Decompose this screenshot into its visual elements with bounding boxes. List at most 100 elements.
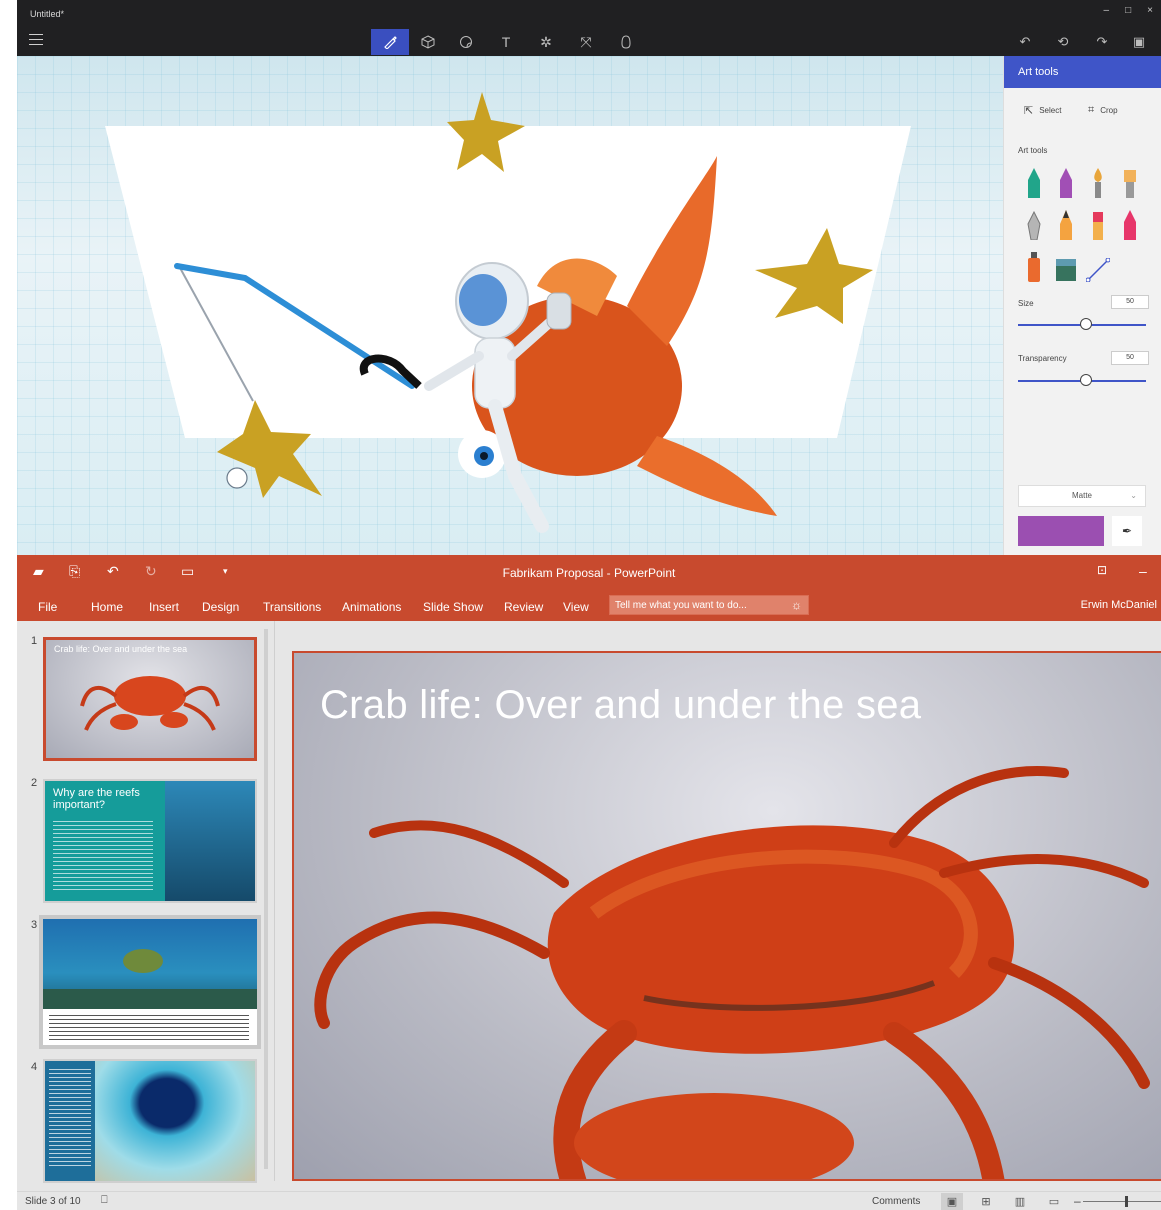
paste-icon[interactable]: ▣ <box>1124 29 1154 55</box>
redo-icon[interactable]: ↷ <box>1087 29 1117 55</box>
crab-thumbnail-image <box>80 676 220 731</box>
current-slide[interactable]: Crab life: Over and under the sea <box>292 651 1161 1181</box>
tell-me-search[interactable]: Tell me what you want to do... ☼ <box>609 595 809 615</box>
stickers-icon[interactable] <box>447 29 485 55</box>
cursor-icon: ⇱ <box>1024 105 1034 117</box>
slide-editor: Crab life: Over and under the sea <box>275 621 1161 1181</box>
slide-thumbnail-2[interactable]: Why are the reefs important? <box>43 779 257 903</box>
slide-indicator: Slide 3 of 10 <box>25 1196 81 1207</box>
art-tools-panel: Art tools ⇱ Select ⌗ Crop Art tools Size… <box>1003 56 1161 555</box>
history-icon[interactable]: ⟲ <box>1048 29 1078 55</box>
rotate-handle-icon[interactable] <box>226 467 248 489</box>
marker-tool[interactable] <box>1018 166 1050 198</box>
turtle-thumbnail-image <box>43 949 257 1009</box>
slide-thumbnail-1[interactable]: Crab life: Over and under the sea <box>43 637 257 761</box>
tab-design[interactable]: Design <box>202 600 239 614</box>
powerpoint-window: ▰ ⎘ ↶ ↻ ▭ ▾ Fabrikam Proposal - PowerPoi… <box>17 555 1161 1210</box>
pixel-pen-tool[interactable] <box>1018 208 1050 240</box>
crab-3d-model[interactable] <box>294 653 1161 1181</box>
slide-thumbnail-pane: 1 Crab life: Over and under the sea 2 Wh… <box>17 621 275 1183</box>
text-icon[interactable]: T <box>487 29 525 55</box>
title-bar: Untitled* – □ × <box>17 0 1161 26</box>
thumbnail-title: Why are the reefs important? <box>53 787 140 811</box>
zoom-slider-thumb[interactable] <box>1125 1196 1128 1207</box>
menu-icon[interactable] <box>29 34 43 46</box>
brush-icon[interactable] <box>371 29 409 55</box>
spell-check-icon[interactable]: ⎕ <box>101 1194 108 1207</box>
tab-view[interactable]: View <box>563 600 589 614</box>
tab-animations[interactable]: Animations <box>342 600 401 614</box>
panel-header: Art tools <box>1004 56 1161 88</box>
paint-3d-toolbar: T ✲ ⤧ ↶ ⟲ ↷ ▣ <box>17 26 1161 56</box>
spray-can-tool[interactable] <box>1018 250 1050 282</box>
tab-file[interactable]: File <box>38 600 57 614</box>
lightbulb-icon: ☼ <box>791 598 802 612</box>
close-button[interactable]: × <box>1147 5 1153 16</box>
eyedropper-icon[interactable]: ✒ <box>1112 516 1142 546</box>
3d-canvas[interactable] <box>17 56 1003 555</box>
window-title: Fabrikam Proposal - PowerPoint <box>502 566 676 580</box>
eraser-tool[interactable] <box>1082 208 1114 240</box>
watercolor-tool[interactable] <box>1114 166 1146 198</box>
transparency-slider-thumb[interactable] <box>1080 374 1092 386</box>
comments-button[interactable]: Comments <box>872 1196 920 1207</box>
slide-number: 1 <box>31 635 38 647</box>
slide-number: 4 <box>31 1061 38 1073</box>
crop-button[interactable]: ⌗ Crop <box>1088 104 1118 117</box>
user-name[interactable]: Erwin McDaniel <box>1081 599 1157 611</box>
window-controls: – □ × <box>1104 5 1153 16</box>
size-slider-thumb[interactable] <box>1080 318 1092 330</box>
reading-view-icon[interactable]: ▥ <box>1009 1193 1031 1210</box>
maximize-button[interactable]: □ <box>1125 5 1131 16</box>
3d-library-icon[interactable] <box>607 29 645 55</box>
undo-icon[interactable]: ↶ <box>1010 29 1040 55</box>
minimize-button[interactable]: – <box>1104 5 1110 16</box>
zoom-out-button[interactable]: – <box>1074 1194 1081 1208</box>
window-title: Untitled* <box>30 9 65 19</box>
transparency-value-input[interactable]: 50 <box>1111 351 1149 365</box>
status-bar: Slide 3 of 10 ⎕ Comments ▣ ⊞ ▥ ▭ – <box>17 1191 1161 1210</box>
art-tools-grid <box>1018 166 1148 282</box>
chevron-down-icon: ⌄ <box>1130 491 1137 500</box>
calligraphy-pen-tool[interactable] <box>1050 166 1082 198</box>
art-tools-label: Art tools <box>1018 146 1048 155</box>
slide-number: 3 <box>31 919 38 931</box>
size-label: Size <box>1018 299 1034 308</box>
tab-slide-show[interactable]: Slide Show <box>423 600 483 614</box>
canvas-icon[interactable]: ⤧ <box>567 29 605 55</box>
size-value-input[interactable]: 50 <box>1111 295 1149 309</box>
slide-thumbnail-3[interactable] <box>39 915 261 1049</box>
transparency-slider[interactable] <box>1018 374 1146 386</box>
screenshot-root: Untitled* – □ × T ✲ ⤧ ↶ ⟲ ↷ ▣ Art tools … <box>0 0 1161 1210</box>
transparency-label: Transparency <box>1018 354 1067 363</box>
oil-brush-tool[interactable] <box>1082 166 1114 198</box>
line-tool[interactable] <box>1082 250 1114 282</box>
tab-insert[interactable]: Insert <box>149 600 179 614</box>
effects-icon[interactable]: ✲ <box>527 29 565 55</box>
title-bar: ▰ ⎘ ↶ ↻ ▭ ▾ Fabrikam Proposal - PowerPoi… <box>17 555 1161 591</box>
crop-icon: ⌗ <box>1088 104 1095 116</box>
normal-view-icon[interactable]: ▣ <box>941 1193 963 1210</box>
thumbnail-scrollbar[interactable] <box>264 629 268 1169</box>
paint-3d-window: Untitled* – □ × T ✲ ⤧ ↶ ⟲ ↷ ▣ Art tools … <box>17 0 1161 555</box>
finish-dropdown[interactable]: Matte ⌄ <box>1018 485 1146 507</box>
3d-shapes-icon[interactable] <box>409 29 447 55</box>
select-button[interactable]: ⇱ Select <box>1024 104 1061 117</box>
fill-tool[interactable] <box>1050 250 1082 282</box>
slide-sorter-icon[interactable]: ⊞ <box>975 1193 997 1210</box>
tab-home[interactable]: Home <box>91 600 123 614</box>
scene-artwork <box>105 92 911 533</box>
tab-transitions[interactable]: Transitions <box>263 600 321 614</box>
tab-review[interactable]: Review <box>504 600 543 614</box>
slideshow-view-icon[interactable]: ▭ <box>1043 1193 1065 1210</box>
minimize-button[interactable]: – <box>1139 563 1147 579</box>
selected-color-swatch[interactable] <box>1018 516 1104 546</box>
size-slider[interactable] <box>1018 318 1146 330</box>
slide-thumbnail-4[interactable] <box>43 1059 257 1183</box>
ribbon-tabs: File Home Insert Design Transitions Anim… <box>17 591 1161 621</box>
pencil-tool[interactable] <box>1050 208 1082 240</box>
crayon-tool[interactable] <box>1114 208 1146 240</box>
ribbon-display-icon[interactable]: ⊡ <box>1097 563 1107 577</box>
zoom-slider[interactable] <box>1083 1196 1161 1207</box>
slide-number: 2 <box>31 777 38 789</box>
